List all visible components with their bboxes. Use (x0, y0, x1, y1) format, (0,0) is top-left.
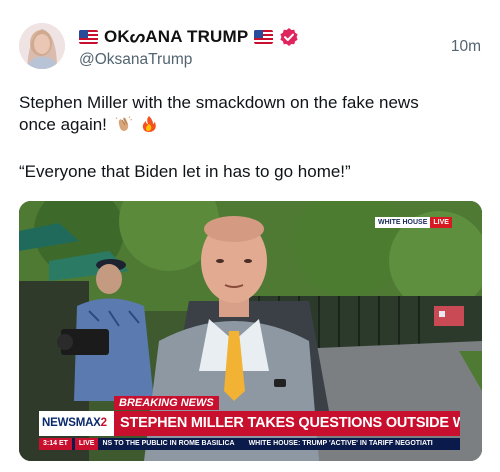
chyron-headline: STEPHEN MILLER TAKES QUESTIONS OUTSIDE W… (114, 411, 460, 436)
video-thumbnail[interactable]: WHITE HOUSE LIVE BREAKING NEWS NEWSMAX2 … (19, 201, 482, 461)
tweet-quote-line: “Everyone that Biden let in has to go ho… (19, 162, 351, 181)
location-bug-label: WHITE HOUSE (375, 217, 431, 228)
author-name-row[interactable]: OKᔕANA TRUMP (79, 26, 299, 48)
tweet-text-fragment: once again! (19, 115, 107, 134)
ticker-clock: 3:14 ET (39, 438, 72, 450)
avatar[interactable] (19, 23, 65, 69)
fire-icon (140, 115, 158, 139)
us-flag-icon (254, 30, 274, 44)
live-badge: LIVE (430, 217, 452, 228)
breaking-news-label: BREAKING NEWS (114, 396, 219, 410)
tweet-text-line: once again! (19, 114, 489, 139)
us-flag-icon (79, 30, 98, 44)
news-ticker: 3:14 ET LIVE NS TO THE PUBLIC IN ROME BA… (39, 438, 460, 450)
user-handle[interactable]: @OksanaTrump (79, 51, 192, 69)
clapping-hands-icon (115, 115, 133, 139)
tweet-text: Stephen Miller with the smackdown on the… (19, 92, 489, 183)
timestamp[interactable]: 10m (451, 38, 481, 56)
tweet-card[interactable]: OKᔕANA TRUMP @OksanaTrump 10m Stephen Mi… (0, 0, 500, 472)
network-logo: NEWSMAX2 (39, 411, 114, 436)
chyron: NEWSMAX2 STEPHEN MILLER TAKES QUESTIONS … (39, 411, 460, 436)
ticker-live-badge: LIVE (74, 438, 99, 450)
network-logo-number: 2 (100, 417, 107, 429)
verified-badge-icon (279, 27, 299, 47)
display-name[interactable]: OKᔕANA TRUMP (104, 27, 248, 47)
ticker-text: NS TO THE PUBLIC IN ROME BASILICA (102, 440, 235, 447)
network-logo-text: NEWSMAX (42, 417, 101, 429)
ticker-text: WHITE HOUSE: TRUMP 'ACTIVE' IN TARIFF NE… (248, 440, 433, 447)
tweet-text-line: Stephen Miller with the smackdown on the… (19, 93, 419, 112)
location-bug: WHITE HOUSE LIVE (375, 217, 452, 228)
